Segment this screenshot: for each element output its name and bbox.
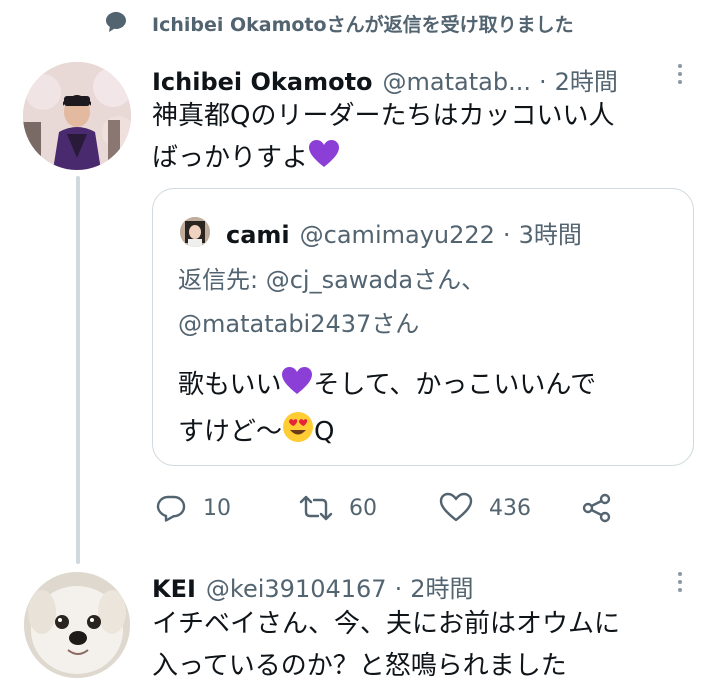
purple-heart-icon — [308, 139, 340, 182]
purple-heart-icon — [281, 366, 313, 410]
avatar[interactable] — [23, 62, 131, 170]
retweet-button[interactable]: 60 — [299, 492, 439, 524]
tweet-text-line2: ばっかりすよ — [152, 137, 614, 182]
quote-timestamp[interactable]: 3時間 — [519, 215, 582, 250]
quote-text-part: 歌もいい — [178, 370, 282, 400]
display-name[interactable]: Ichibei Okamoto — [152, 68, 373, 96]
quote-user-handle[interactable]: @camimayu222 — [300, 221, 495, 249]
more-options-icon[interactable] — [668, 572, 692, 592]
quote-text-part: Q — [314, 417, 335, 447]
reply-timestamp[interactable]: 2時間 — [410, 569, 473, 604]
thread-connector-line — [76, 176, 80, 564]
quote-avatar[interactable] — [180, 217, 210, 247]
reply-count: 10 — [203, 495, 231, 521]
quote-header: cami @camimayu222 · 3時間 — [226, 215, 582, 250]
reply-avatar[interactable] — [24, 572, 130, 678]
reply-prefix: 返信先: — [178, 266, 266, 294]
reply-suffix: さん — [371, 310, 420, 338]
tweet-actions: 10 60 436 — [155, 490, 613, 526]
reply-tweet-header: KEI @kei39104167 · 2時間 — [152, 569, 473, 604]
speech-bubble-icon — [104, 10, 128, 34]
retweet-count: 60 — [349, 495, 377, 521]
social-context-text: Ichibei Okamotoさんが返信を受け取りました — [152, 14, 574, 36]
separator-dot: · — [394, 575, 403, 603]
separator-dot: · — [538, 68, 547, 96]
replying-to: 返信先: @cj_sawadaさん、 @matatabi2437さん — [178, 258, 485, 346]
tweet-header: Ichibei Okamoto @matatab... · 2時間 — [152, 62, 618, 97]
like-count: 436 — [489, 495, 531, 521]
like-button[interactable]: 436 — [439, 492, 581, 524]
more-options-icon[interactable] — [668, 64, 692, 84]
share-icon — [581, 492, 613, 524]
quote-text-part: そして、かっこいいんで — [313, 370, 597, 400]
retweet-icon — [299, 492, 333, 524]
reply-text-line2: 入っているのか？と怒鳴られました — [152, 651, 567, 681]
reply-tweet-text: イチベイさん、今、夫にお前はオウムに 入っているのか？と怒鳴られました — [152, 603, 620, 687]
separator-dot: · — [502, 221, 511, 249]
heart-outline-icon — [439, 492, 473, 524]
quote-display-name[interactable]: cami — [226, 221, 290, 249]
timestamp[interactable]: 2時間 — [555, 62, 618, 97]
reply-mention[interactable]: @cj_sawada — [266, 266, 413, 294]
tweet-text-line2-content: ばっかりすよ — [152, 143, 309, 173]
reply-suffix: さん、 — [413, 266, 486, 294]
reply-button[interactable]: 10 — [155, 492, 299, 524]
reply-icon — [155, 492, 187, 524]
tweet-text-line1: 神真都Qのリーダーたちはカッコいい人 — [152, 101, 615, 131]
quote-text: 歌もいい そして、かっこいいんで すけど〜 Q — [178, 363, 596, 457]
tweet-text: 神真都Qのリーダーたちはカッコいい人 ばっかりすよ — [152, 95, 614, 182]
quote-text-part: すけど〜 — [178, 417, 283, 447]
user-handle[interactable]: @matatab... — [383, 68, 531, 96]
reply-mention[interactable]: @matatabi2437 — [178, 310, 371, 338]
reply-user-handle[interactable]: @kei39104167 — [206, 575, 387, 603]
reply-display-name[interactable]: KEI — [152, 575, 196, 603]
heart-eyes-emoji-icon — [282, 411, 314, 457]
share-button[interactable] — [581, 492, 613, 524]
reply-text-line1: イチベイさん、今、夫にお前はオウムに — [152, 609, 621, 639]
